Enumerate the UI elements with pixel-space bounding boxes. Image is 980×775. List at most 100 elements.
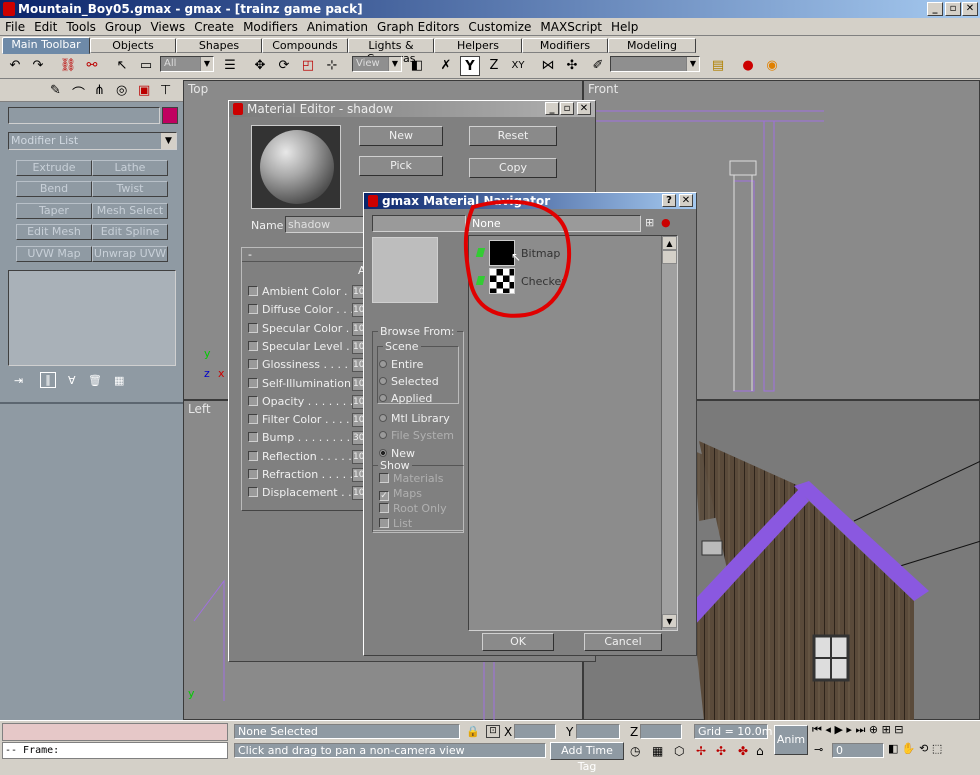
navigator-name-field[interactable] bbox=[372, 215, 466, 232]
menu-create[interactable]: Create bbox=[189, 18, 238, 34]
map-enable-checkbox[interactable] bbox=[248, 450, 258, 461]
map-enable-checkbox[interactable] bbox=[248, 432, 258, 443]
move-icon[interactable]: ✥ bbox=[250, 56, 270, 76]
pivot-icon[interactable]: ⊹ bbox=[322, 56, 342, 76]
browse-option-radio[interactable]: Mtl Library bbox=[379, 412, 450, 425]
menu-tools[interactable]: Tools bbox=[61, 18, 100, 34]
goto-end-icon[interactable]: ⏭ bbox=[855, 723, 865, 736]
tab-main-toolbar[interactable]: Main Toolbar bbox=[2, 37, 90, 54]
key-icon[interactable]: ⊸ bbox=[814, 743, 823, 756]
bend-button[interactable]: Bend bbox=[16, 181, 92, 197]
tab-modifiers[interactable]: Modifiers bbox=[522, 38, 608, 53]
zoom-extents-icon[interactable]: ⊕ bbox=[869, 723, 878, 736]
tab-shapes[interactable]: Shapes bbox=[176, 38, 262, 53]
scroll-down-icon[interactable]: ▼ bbox=[662, 614, 677, 628]
show-option-checkbox[interactable]: ✓ Maps bbox=[379, 487, 422, 501]
maximize-button[interactable]: ▫ bbox=[945, 2, 961, 16]
mesh-select-button[interactable]: Mesh Select bbox=[92, 203, 168, 219]
show-option-checkbox[interactable]: Root Only bbox=[379, 502, 447, 515]
named-selection-dropdown[interactable]: ▼ bbox=[610, 56, 700, 72]
z-coord-field[interactable] bbox=[640, 724, 682, 739]
me-copy-button[interactable]: Copy bbox=[469, 158, 557, 178]
orbit-icon[interactable]: ⟲ bbox=[919, 742, 928, 755]
select-icon[interactable]: ↖ bbox=[112, 56, 132, 76]
lock-selection-icon[interactable]: 🔒 bbox=[466, 725, 480, 738]
map-enable-checkbox[interactable] bbox=[248, 340, 258, 351]
display-panel-icon[interactable]: ▣ bbox=[138, 83, 150, 98]
browse-option-radio[interactable]: Selected bbox=[379, 375, 439, 388]
field-of-view-icon[interactable]: ◧ bbox=[888, 742, 898, 755]
delete-icon[interactable]: ● bbox=[661, 216, 671, 229]
map-enable-checkbox[interactable] bbox=[248, 414, 258, 425]
object-color-swatch[interactable] bbox=[162, 107, 178, 124]
scroll-thumb[interactable] bbox=[662, 250, 677, 264]
map-enable-checkbox[interactable] bbox=[248, 469, 258, 479]
percent-snap-icon[interactable]: ⬡ bbox=[674, 744, 684, 758]
select-by-name-icon[interactable]: ☰ bbox=[220, 56, 240, 76]
edit-spline-button[interactable]: Edit Spline bbox=[92, 224, 168, 240]
selection-filter-dropdown[interactable]: All ▼ bbox=[160, 56, 214, 72]
taper-button[interactable]: Taper bbox=[16, 203, 92, 219]
me-new-button[interactable]: New bbox=[359, 126, 443, 146]
me-minimize-button[interactable]: _ bbox=[545, 102, 559, 115]
map-enable-checkbox[interactable] bbox=[248, 377, 258, 388]
menu-help[interactable]: Help bbox=[606, 18, 642, 34]
zoom-region-icon[interactable]: ⊟ bbox=[894, 723, 903, 736]
map-enable-checkbox[interactable] bbox=[248, 322, 258, 333]
motion-panel-icon[interactable]: ◎ bbox=[116, 83, 127, 98]
xy-constraint-icon[interactable]: XY bbox=[508, 56, 528, 76]
rotate-icon[interactable]: ⟳ bbox=[274, 56, 294, 76]
make-unique-icon[interactable]: ∀ bbox=[68, 374, 76, 387]
x-coord-field[interactable] bbox=[514, 724, 556, 739]
next-frame-icon[interactable]: ▸ bbox=[846, 723, 852, 736]
minimize-button[interactable]: _ bbox=[927, 2, 943, 16]
tab-objects[interactable]: Objects bbox=[90, 38, 176, 53]
create-panel-icon[interactable]: ✎ bbox=[50, 83, 61, 98]
y-constraint-icon[interactable]: Y bbox=[460, 56, 480, 76]
select-region-icon[interactable]: ▭ bbox=[136, 56, 156, 76]
menu-group[interactable]: Group bbox=[100, 18, 146, 34]
modifier-stack[interactable] bbox=[8, 270, 176, 366]
hierarchy-panel-icon[interactable]: ⋔ bbox=[94, 83, 105, 98]
menu-file[interactable]: File bbox=[0, 18, 29, 34]
named-selection-icon[interactable]: ✐ bbox=[588, 56, 608, 76]
tab-modeling[interactable]: Modeling bbox=[608, 38, 696, 53]
unlink-icon[interactable]: ⚯ bbox=[82, 56, 102, 76]
y-coord-field[interactable] bbox=[576, 724, 620, 739]
browse-option-radio[interactable]: Applied bbox=[379, 392, 432, 405]
unwrap-uvw-button[interactable]: Unwrap UVW bbox=[92, 246, 168, 262]
twist-button[interactable]: Twist bbox=[92, 181, 168, 197]
uvw-map-button[interactable]: UVW Map bbox=[16, 246, 92, 262]
material-sample-slot[interactable] bbox=[251, 125, 341, 209]
menu-maxscript[interactable]: MAXScript bbox=[535, 18, 606, 34]
angle-snap-icon[interactable]: ▦ bbox=[652, 744, 663, 758]
map-enable-checkbox[interactable] bbox=[248, 395, 258, 406]
remove-modifier-icon[interactable]: 🗑 bbox=[88, 374, 102, 387]
me-maximize-button[interactable]: ▫ bbox=[560, 102, 574, 115]
maximize-viewport-icon[interactable]: ⬚ bbox=[932, 742, 942, 755]
prev-frame-icon[interactable]: ◂ bbox=[825, 723, 831, 736]
me-reset-button[interactable]: Reset bbox=[469, 126, 557, 146]
scroll-up-icon[interactable]: ▲ bbox=[662, 236, 677, 250]
navigator-help-button[interactable]: ? bbox=[662, 194, 676, 207]
z-constraint-icon[interactable]: Z bbox=[484, 56, 504, 76]
select-link-icon[interactable]: ⛓ bbox=[58, 56, 78, 76]
maxscript-mini-listener[interactable]: -- Frame: bbox=[2, 742, 228, 759]
pin-stack-icon[interactable]: ⇥ bbox=[14, 374, 23, 387]
modifier-list-dropdown[interactable]: Modifier List ▼ bbox=[8, 132, 177, 150]
menu-graph-editors[interactable]: Graph Editors bbox=[372, 18, 463, 34]
undo-icon[interactable]: ↶ bbox=[5, 56, 25, 76]
render-icon[interactable]: ● bbox=[738, 56, 758, 76]
map-enable-checkbox[interactable] bbox=[248, 304, 258, 315]
align-icon[interactable]: ⋈ bbox=[538, 56, 558, 76]
map-enable-checkbox[interactable] bbox=[248, 286, 258, 296]
add-time-tag-button[interactable]: Add Time Tag bbox=[550, 742, 624, 773]
browse-option-radio[interactable]: File System bbox=[379, 429, 454, 442]
show-option-checkbox[interactable]: Materials bbox=[379, 472, 443, 485]
navigator-close-button[interactable]: ✕ bbox=[679, 194, 693, 207]
show-option-checkbox[interactable]: List bbox=[379, 517, 412, 530]
view-list-icon[interactable]: ⊞ bbox=[645, 216, 654, 229]
x-constraint-icon[interactable]: ✗ bbox=[436, 56, 456, 76]
key-mode-icon[interactable]: ✤ bbox=[738, 744, 748, 758]
object-name-field[interactable] bbox=[8, 107, 160, 124]
